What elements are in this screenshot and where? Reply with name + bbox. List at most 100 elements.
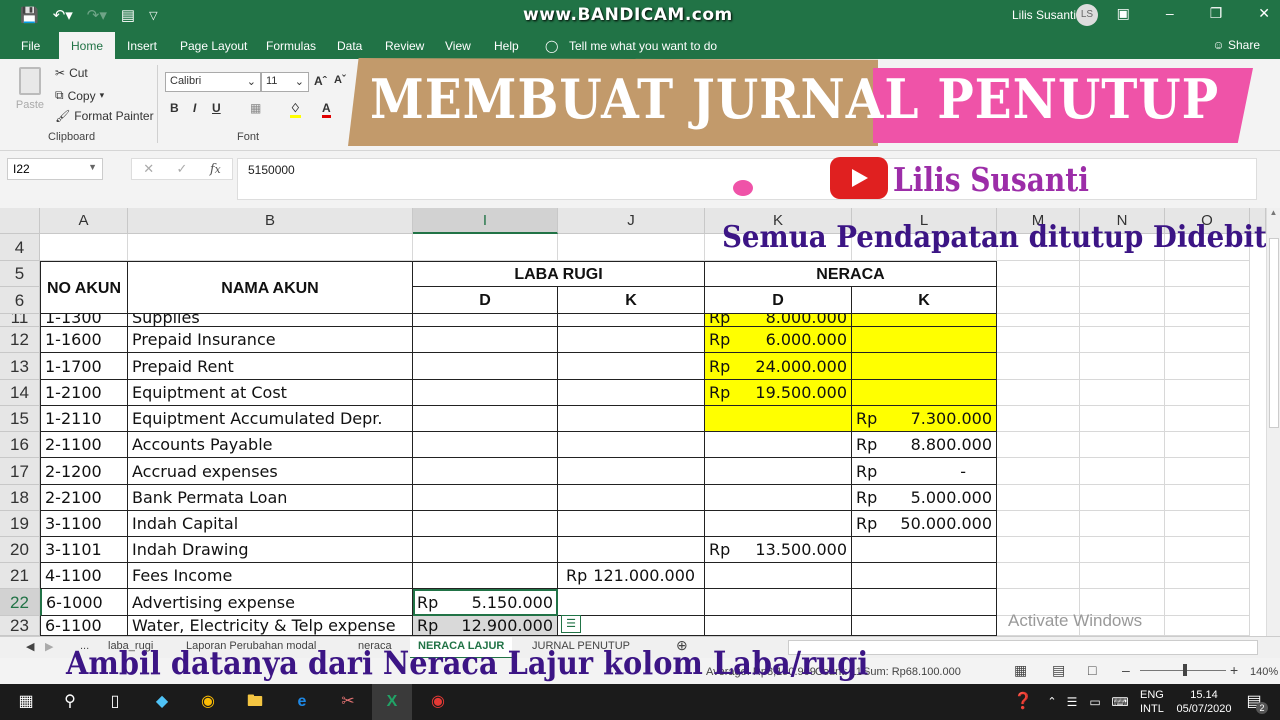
cell-o-12[interactable] (1165, 327, 1250, 353)
quick-analysis-icon[interactable]: ☰ (561, 615, 581, 633)
cell-account-number[interactable]: 1-1300 (40, 314, 128, 327)
cell-o-22[interactable] (1165, 589, 1250, 616)
cell-m-11[interactable] (997, 314, 1080, 327)
cell-m-13[interactable] (997, 353, 1080, 380)
wifi-icon[interactable]: ☰ (1062, 692, 1082, 712)
cell-l-20[interactable] (852, 537, 997, 563)
row-header-19[interactable]: 19 (0, 511, 40, 537)
row-header-21[interactable]: 21 (0, 563, 40, 589)
windows-start-icon[interactable]: ▦ (16, 692, 36, 712)
cell-account-number[interactable]: 1-1600 (40, 327, 128, 353)
cell-k-20[interactable]: Rp 13.500.000 (705, 537, 852, 563)
cell-account-number[interactable]: 1-1700 (40, 353, 128, 380)
insert-function-icon[interactable]: fx (210, 162, 221, 177)
keyboard-icon[interactable]: ⌨ (1110, 692, 1130, 712)
cell-account-name[interactable]: Prepaid Insurance (128, 327, 413, 353)
undo-icon[interactable]: ↶▾ (53, 6, 73, 24)
cell-l-23[interactable] (852, 616, 997, 636)
cell-j-14[interactable] (558, 380, 705, 406)
row-header-12[interactable]: 12 (0, 327, 40, 353)
tell-me-search[interactable]: Tell me what you want to do (569, 39, 717, 53)
cell-i-15[interactable] (413, 406, 558, 432)
row-header-22[interactable]: 22 (0, 589, 40, 616)
cell-m-15[interactable] (997, 406, 1080, 432)
cell-l-21[interactable] (852, 563, 997, 589)
column-header-a[interactable]: A (40, 208, 128, 234)
cell-j-22[interactable] (558, 589, 705, 616)
cancel-icon[interactable]: ✕ (143, 161, 154, 177)
cell-k-14[interactable]: Rp 19.500.000 (705, 380, 852, 406)
row-header-15[interactable]: 15 (0, 406, 40, 432)
cell-a4[interactable] (40, 234, 128, 261)
cell-account-name[interactable]: Prepaid Rent (128, 353, 413, 380)
paste-button[interactable]: Paste (14, 67, 46, 121)
customize-qat-icon[interactable]: ▽ (149, 9, 157, 22)
cell-k-21[interactable] (705, 563, 852, 589)
cell-k-12[interactable]: Rp 6.000.000 (705, 327, 852, 353)
cell-j4[interactable] (558, 234, 705, 261)
underline-button[interactable]: U (212, 101, 221, 115)
row-header-11[interactable]: 11 (0, 314, 40, 327)
search-icon[interactable]: ⚲ (60, 692, 80, 712)
cell-n-16[interactable] (1080, 432, 1165, 458)
cell-k-11[interactable]: Rp 8.000.000 (705, 314, 852, 327)
cell-n-5[interactable] (1080, 261, 1165, 287)
tab-review[interactable]: Review (385, 39, 424, 53)
cell-k-15[interactable] (705, 406, 852, 432)
cell-k-13[interactable]: Rp 24.000.000 (705, 353, 852, 380)
language-indicator[interactable]: ENG INTL (1140, 688, 1164, 716)
scroll-up-icon[interactable]: ▲ (1267, 208, 1280, 217)
restore-icon[interactable]: ❐ (1210, 5, 1223, 22)
cell-j-18[interactable] (558, 485, 705, 511)
cell-account-name[interactable]: Accruad expenses (128, 458, 413, 485)
page-break-view-icon[interactable]: □ (1088, 662, 1096, 678)
cell-o-20[interactable] (1165, 537, 1250, 563)
cell-account-name[interactable]: Advertising expense (128, 589, 413, 616)
cell-o-6[interactable] (1165, 287, 1250, 314)
cell-n-11[interactable] (1080, 314, 1165, 327)
name-box[interactable]: I22 ▼ (7, 158, 103, 180)
column-header-b[interactable]: B (128, 208, 413, 234)
page-layout-view-icon[interactable]: ▤ (1052, 662, 1065, 679)
cell-k-19[interactable] (705, 511, 852, 537)
bold-button[interactable]: B (170, 101, 179, 115)
cut-button[interactable]: ✂ Cut (55, 66, 88, 80)
cell-account-name[interactable]: Indah Capital (128, 511, 413, 537)
decrease-font-icon[interactable]: Aˇ (334, 74, 346, 86)
format-painter-button[interactable]: 🖌 Format Painter (55, 109, 154, 123)
cell-account-number[interactable]: 2-2100 (40, 485, 128, 511)
cell-account-number[interactable]: 4-1100 (40, 563, 128, 589)
cell-j-11[interactable] (558, 314, 705, 327)
cell-l-17[interactable]: Rp - (852, 458, 997, 485)
cell-account-number[interactable]: 2-1100 (40, 432, 128, 458)
cell-m-12[interactable] (997, 327, 1080, 353)
select-all-corner[interactable] (0, 208, 40, 234)
cell-i-16[interactable] (413, 432, 558, 458)
cell-m-5[interactable] (997, 261, 1080, 287)
cell-m-16[interactable] (997, 432, 1080, 458)
cell-b4[interactable] (128, 234, 413, 261)
copy-button[interactable]: ⧉ Copy ▾ (55, 88, 104, 103)
cell-n-18[interactable] (1080, 485, 1165, 511)
vertical-scrollbar[interactable]: ▲ (1266, 208, 1280, 636)
row-header-6[interactable]: 6 (0, 287, 40, 314)
normal-view-icon[interactable]: ▦ (1014, 662, 1027, 679)
cell-l-13[interactable] (852, 353, 997, 380)
tab-insert[interactable]: Insert (127, 39, 157, 53)
tab-data[interactable]: Data (337, 39, 362, 53)
ribbon-display-icon[interactable]: ▣ (1117, 5, 1130, 22)
cell-j-12[interactable] (558, 327, 705, 353)
cell-l-16[interactable]: Rp 8.800.000 (852, 432, 997, 458)
zoom-level[interactable]: 140% (1250, 666, 1278, 678)
minimize-icon[interactable]: – (1166, 5, 1174, 22)
fill-color-icon[interactable]: ♢ (290, 101, 301, 118)
italic-button[interactable]: I (193, 101, 196, 115)
cell-n-12[interactable] (1080, 327, 1165, 353)
cell-i-21[interactable] (413, 563, 558, 589)
prev-sheet-icon[interactable]: ◀ (26, 640, 34, 653)
cell-i4[interactable] (413, 234, 558, 261)
cell-i-17[interactable] (413, 458, 558, 485)
cell-account-name[interactable]: Bank Permata Loan (128, 485, 413, 511)
font-size-select[interactable]: 11 ⌄ (261, 72, 309, 92)
help-icon[interactable]: ❓ (1013, 692, 1033, 712)
